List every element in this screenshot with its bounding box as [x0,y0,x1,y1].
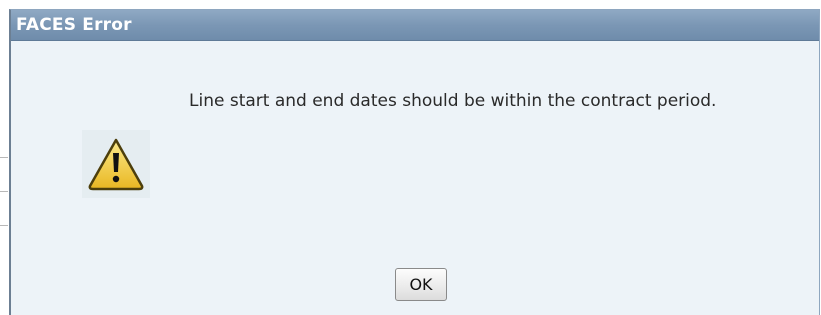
warning-icon-container [82,130,150,198]
error-dialog: FACES Error Line start and end dates sho… [9,9,820,315]
dialog-titlebar[interactable]: FACES Error [11,10,819,41]
dialog-title: FACES Error [16,15,132,35]
warning-icon [88,138,144,191]
screen: FACES Error Line start and end dates sho… [0,0,821,315]
background-divider [0,225,8,226]
background-divider [0,157,8,158]
dialog-content: Line start and end dates should be withi… [11,41,819,315]
ok-button[interactable]: OK [395,268,447,301]
background-divider [0,191,8,192]
error-message: Line start and end dates should be withi… [189,91,717,111]
